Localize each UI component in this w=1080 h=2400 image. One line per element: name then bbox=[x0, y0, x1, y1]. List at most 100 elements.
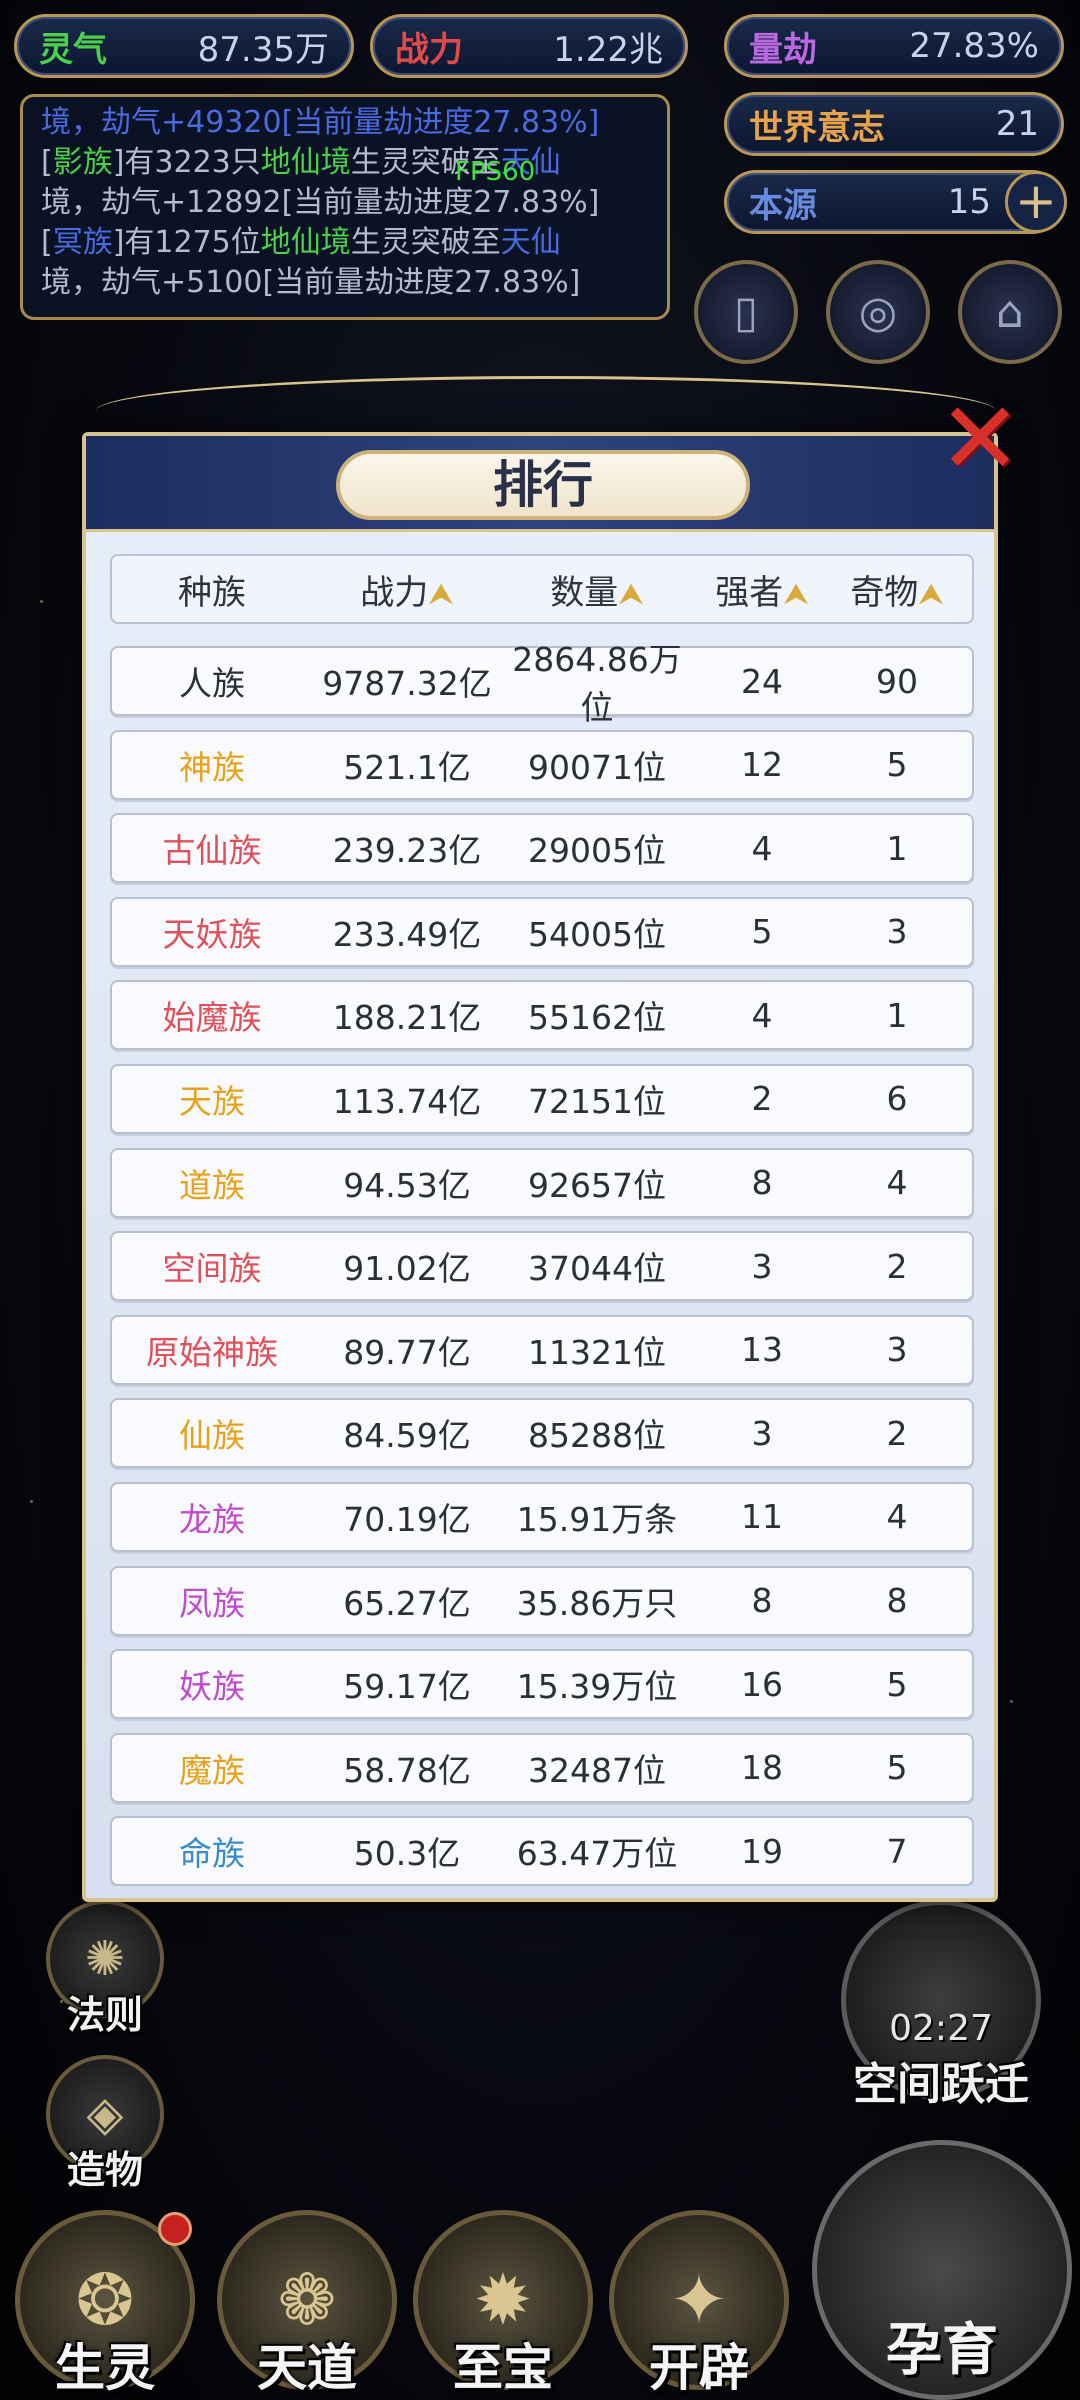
race-cell: 空间族 bbox=[162, 1249, 262, 1289]
item-cell: 7 bbox=[886, 1831, 908, 1871]
strong-cell: 13 bbox=[741, 1330, 783, 1370]
count-cell: 15.91万条 bbox=[516, 1499, 678, 1539]
table-row[interactable]: 妖族 59.17亿 15.39万位 16 5 bbox=[110, 1649, 974, 1720]
log-line: 境，劫气+5100[当前量劫进度27.83%] bbox=[41, 263, 649, 303]
power-cell: 50.3亿 bbox=[353, 1834, 461, 1874]
close-icon[interactable]: ✕ bbox=[934, 389, 1026, 489]
race-cell: 人族 bbox=[179, 664, 245, 703]
liangjie-value: 27.83% bbox=[909, 26, 1039, 66]
header-race: 种族 bbox=[112, 565, 312, 614]
item-cell: 1 bbox=[886, 828, 908, 868]
count-cell: 72151位 bbox=[528, 1081, 666, 1121]
power-cell: 84.59亿 bbox=[343, 1416, 471, 1456]
header-strong[interactable]: 强者⮝ bbox=[692, 565, 832, 614]
count-cell: 15.39万位 bbox=[516, 1667, 678, 1707]
shengling-label: 生灵 bbox=[55, 2339, 155, 2397]
log-realm: 地仙境 bbox=[260, 225, 351, 260]
shijie-stat[interactable]: 世界意志 21 bbox=[724, 92, 1064, 156]
log-target: 天仙 bbox=[500, 225, 561, 260]
header-power-label: 战力 bbox=[360, 572, 429, 613]
eye-icon[interactable]: ◎ bbox=[826, 260, 930, 364]
header-item-label: 奇物 bbox=[850, 572, 919, 613]
table-row[interactable]: 凤族 65.27亿 35.86万只 8 8 bbox=[110, 1565, 974, 1636]
sort-icon: ⮝ bbox=[428, 576, 454, 612]
race-cell: 天妖族 bbox=[162, 914, 262, 954]
shijie-label: 世界意志 bbox=[749, 107, 885, 148]
table-row[interactable]: 原始神族 89.77亿 11321位 13 3 bbox=[110, 1314, 974, 1385]
strong-cell: 4 bbox=[751, 995, 773, 1035]
count-cell: 29005位 bbox=[528, 831, 666, 871]
event-log: 境，劫气+49320[当前量劫进度27.83%] [影族]有3223只地仙境生灵… bbox=[20, 94, 670, 320]
item-cell: 5 bbox=[886, 745, 908, 785]
count-cell: 90071位 bbox=[528, 747, 666, 787]
table-row[interactable]: 天妖族 233.49亿 54005位 5 3 bbox=[110, 896, 974, 967]
card-icon[interactable]: ▯ bbox=[694, 260, 798, 364]
header-race-label: 种族 bbox=[178, 572, 246, 613]
strong-cell: 3 bbox=[751, 1246, 773, 1286]
power-cell: 70.19亿 bbox=[343, 1499, 471, 1539]
power-cell: 59.17亿 bbox=[343, 1667, 471, 1707]
header-count-label: 数量 bbox=[550, 572, 619, 613]
side-menu-zaowu[interactable]: ◈ 造物 bbox=[40, 2055, 170, 2194]
lingqi-label: 灵气 bbox=[39, 29, 107, 70]
power-cell: 91.02亿 bbox=[343, 1249, 471, 1289]
item-cell: 2 bbox=[886, 1246, 908, 1286]
race-cell: 始魔族 bbox=[162, 998, 262, 1038]
race-cell: 仙族 bbox=[179, 1416, 245, 1456]
race-cell: 命族 bbox=[179, 1834, 245, 1874]
header-item[interactable]: 奇物⮝ bbox=[832, 565, 962, 614]
log-text: 境，劫气+12892[当前量劫进度27.83%] bbox=[41, 185, 600, 220]
item-cell: 6 bbox=[886, 1079, 908, 1119]
power-cell: 188.21亿 bbox=[332, 998, 482, 1038]
lingqi-value: 87.35万 bbox=[197, 29, 329, 70]
header-count[interactable]: 数量⮝ bbox=[502, 565, 692, 614]
benyuan-plus-button[interactable]: + bbox=[1005, 171, 1067, 233]
strong-cell: 3 bbox=[751, 1413, 773, 1453]
table-row[interactable]: 神族 521.1亿 90071位 12 5 bbox=[110, 729, 974, 800]
race-cell: 神族 bbox=[179, 747, 245, 787]
bottom-menu-kaipi[interactable]: ✦ 开辟 bbox=[604, 2210, 794, 2400]
log-text: ]有3223只 bbox=[112, 145, 261, 180]
zhanli-label: 战力 bbox=[395, 29, 463, 70]
bottom-menu-zhibao[interactable]: ✹ 至宝 bbox=[408, 2210, 598, 2400]
bottom-menu-tiandao[interactable]: ❁ 天道 bbox=[212, 2210, 402, 2400]
table-row[interactable]: 龙族 70.19亿 15.91万条 11 4 bbox=[110, 1481, 974, 1552]
table-row[interactable]: 魔族 58.78亿 32487位 18 5 bbox=[110, 1732, 974, 1803]
table-header: 种族 战力⮝ 数量⮝ 强者⮝ 奇物⮝ bbox=[110, 554, 974, 624]
scroll-icon[interactable]: ⌂ bbox=[958, 260, 1062, 364]
table-row[interactable]: 命族 50.3亿 63.47万位 19 7 bbox=[110, 1816, 974, 1886]
count-cell: 35.86万只 bbox=[516, 1583, 678, 1623]
yunyu-button[interactable]: 孕育 bbox=[812, 2140, 1072, 2400]
side-menu-faze[interactable]: ✺ 法则 bbox=[40, 1900, 170, 2039]
benyuan-label: 本源 bbox=[749, 185, 817, 226]
strong-cell: 5 bbox=[751, 912, 773, 952]
count-cell: 92657位 bbox=[528, 1165, 666, 1205]
liangjie-stat[interactable]: 量劫 27.83% bbox=[724, 14, 1064, 78]
table-row[interactable]: 天族 113.74亿 72151位 2 6 bbox=[110, 1063, 974, 1134]
table-row[interactable]: 道族 94.53亿 92657位 8 4 bbox=[110, 1147, 974, 1218]
strong-cell: 8 bbox=[751, 1581, 773, 1621]
bottom-menu-shengling[interactable]: ❂ 生灵 bbox=[10, 2210, 200, 2400]
power-cell: 521.1亿 bbox=[343, 747, 471, 787]
table-row[interactable]: 人族 9787.32亿 2864.86万位 24 90 bbox=[110, 646, 974, 727]
count-cell: 55162位 bbox=[528, 998, 666, 1038]
modal-title: 排行 bbox=[336, 450, 750, 520]
table-row[interactable]: 仙族 84.59亿 85288位 3 2 bbox=[110, 1398, 974, 1469]
ranking-list[interactable]: 人族 9787.32亿 2864.86万位 24 90 神族 521.1亿 90071位 1 2 5… bbox=[110, 646, 974, 1886]
power-cell: 89.77亿 bbox=[343, 1332, 471, 1372]
liangjie-label: 量劫 bbox=[749, 29, 817, 70]
race-cell: 道族 bbox=[179, 1165, 245, 1205]
power-cell: 113.74亿 bbox=[332, 1081, 482, 1121]
log-line: 境，劫气+12892[当前量劫进度27.83%] bbox=[41, 183, 649, 223]
race-cell: 原始神族 bbox=[146, 1332, 278, 1372]
log-text: [ bbox=[41, 225, 53, 260]
log-line1-text: 境，劫气+49320[当前量劫进度27.83%] bbox=[41, 105, 600, 140]
header-power[interactable]: 战力⮝ bbox=[312, 565, 502, 614]
table-row[interactable]: 古仙族 239.23亿 29005位 4 1 bbox=[110, 813, 974, 884]
table-row[interactable]: 始魔族 188.21亿 55162位 4 1 bbox=[110, 980, 974, 1051]
space-jump-button[interactable]: 02:27 空间跃迁 bbox=[836, 1900, 1046, 2110]
table-row[interactable]: 空间族 91.02亿 37044位 3 2 bbox=[110, 1231, 974, 1302]
item-cell: 90 bbox=[876, 661, 918, 701]
strong-cell: 18 bbox=[741, 1748, 783, 1788]
benyuan-stat: 本源 15 + bbox=[724, 170, 1067, 234]
